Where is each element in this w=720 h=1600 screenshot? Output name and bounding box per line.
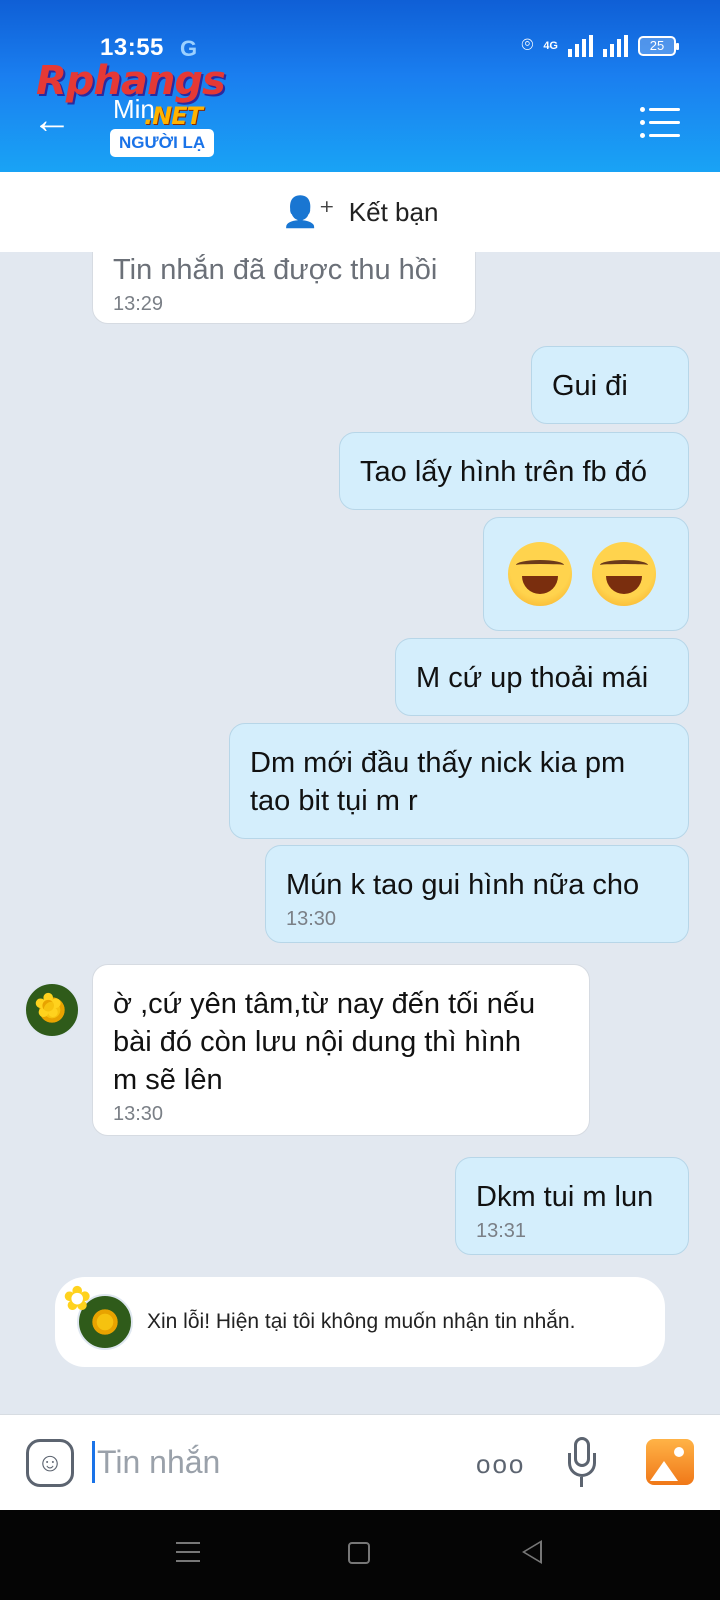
message-text-line: tao bit tụi m r: [250, 785, 418, 817]
contact-name[interactable]: Min: [113, 94, 155, 125]
message-time: 13:30: [113, 1103, 164, 1125]
header-bar: 13:55 G ⌾ 4G 25 Rphangs .NET ← Min NGƯỜI…: [0, 0, 720, 172]
system-back-icon[interactable]: [522, 1540, 542, 1564]
message-text-line: Dm mới đầu thấy nick kia pm: [250, 747, 626, 779]
chat-area[interactable]: Tin nhắn đã được thu hồi 13:29 Gui đi Ta…: [0, 252, 720, 1414]
signal-icon-1: [568, 34, 593, 57]
stranger-badge: NGƯỜI LẠ: [110, 129, 215, 157]
laughing-crying-emoji-icon: [508, 542, 572, 606]
message-text: M cứ up thoải mái: [416, 662, 649, 694]
add-user-icon: 👤⁺: [281, 195, 335, 229]
microphone-icon[interactable]: [568, 1437, 596, 1489]
message-bubble[interactable]: M cứ up thoải mái: [395, 638, 689, 716]
message-text-line: ờ ,cứ yên tâm,từ nay đến tối nếu: [113, 988, 536, 1020]
emoji-message-bubble[interactable]: [483, 517, 689, 631]
message-text: Gui đi: [552, 370, 628, 402]
notice-text: Xin lỗi! Hiện tại tôi không muốn nhận ti…: [147, 1310, 576, 1333]
network-label: 4G: [543, 39, 558, 52]
message-bubble[interactable]: Tin nhắn đã được thu hồi 13:29: [92, 252, 476, 324]
message-bubble[interactable]: Gui đi: [531, 346, 689, 424]
battery-icon: 25: [638, 35, 679, 56]
back-arrow-icon[interactable]: ←: [32, 100, 72, 140]
message-time: 13:29: [113, 293, 164, 315]
contact-avatar: [77, 1294, 133, 1350]
sticker-icon[interactable]: ☺: [26, 1439, 74, 1487]
message-bubble[interactable]: Tao lấy hình trên fb đó: [339, 432, 689, 510]
message-text: Tin nhắn đã được thu hồi: [113, 254, 438, 286]
block-notice: Xin lỗi! Hiện tại tôi không muốn nhận ti…: [55, 1277, 665, 1367]
status-right-icons: ⌾ 4G 25: [521, 34, 679, 57]
message-text: Mún k tao gui hình nữa cho: [286, 869, 640, 901]
location-icon: ⌾: [521, 34, 534, 56]
add-friend-label: Kết bạn: [348, 196, 439, 227]
list-menu-icon[interactable]: [640, 107, 680, 138]
contact-avatar[interactable]: [24, 982, 80, 1038]
message-time: 13:31: [476, 1220, 527, 1242]
message-bubble[interactable]: Dm mới đầu thấy nick kia pm tao bit tụi …: [229, 723, 689, 839]
add-friend-button[interactable]: 👤⁺ Kết bạn: [0, 172, 720, 252]
message-text: Dkm tui m lun: [476, 1181, 654, 1213]
message-time: 13:30: [286, 908, 337, 930]
message-text-line: m sẽ lên: [113, 1064, 223, 1096]
system-nav-bar: [0, 1510, 720, 1600]
message-text: Tao lấy hình trên fb đó: [360, 456, 647, 488]
home-icon[interactable]: [348, 1542, 370, 1564]
more-options-icon[interactable]: ooo: [476, 1449, 525, 1480]
message-bubble[interactable]: Mún k tao gui hình nữa cho 13:30: [265, 845, 689, 943]
gallery-icon[interactable]: [646, 1439, 694, 1485]
laughing-crying-emoji-icon: [592, 542, 657, 606]
message-bubble[interactable]: ờ ,cứ yên tâm,từ nay đến tối nếu bài đó …: [92, 964, 590, 1136]
message-input-bar: ☺ Tin nhắn ooo: [0, 1414, 720, 1510]
message-input[interactable]: Tin nhắn: [92, 1441, 220, 1483]
message-text-line: bài đó còn lưu nội dung thì hình: [113, 1026, 521, 1058]
recent-apps-icon[interactable]: [176, 1542, 200, 1569]
message-bubble[interactable]: Dkm tui m lun 13:31: [455, 1157, 689, 1255]
signal-icon-2: [603, 34, 628, 57]
